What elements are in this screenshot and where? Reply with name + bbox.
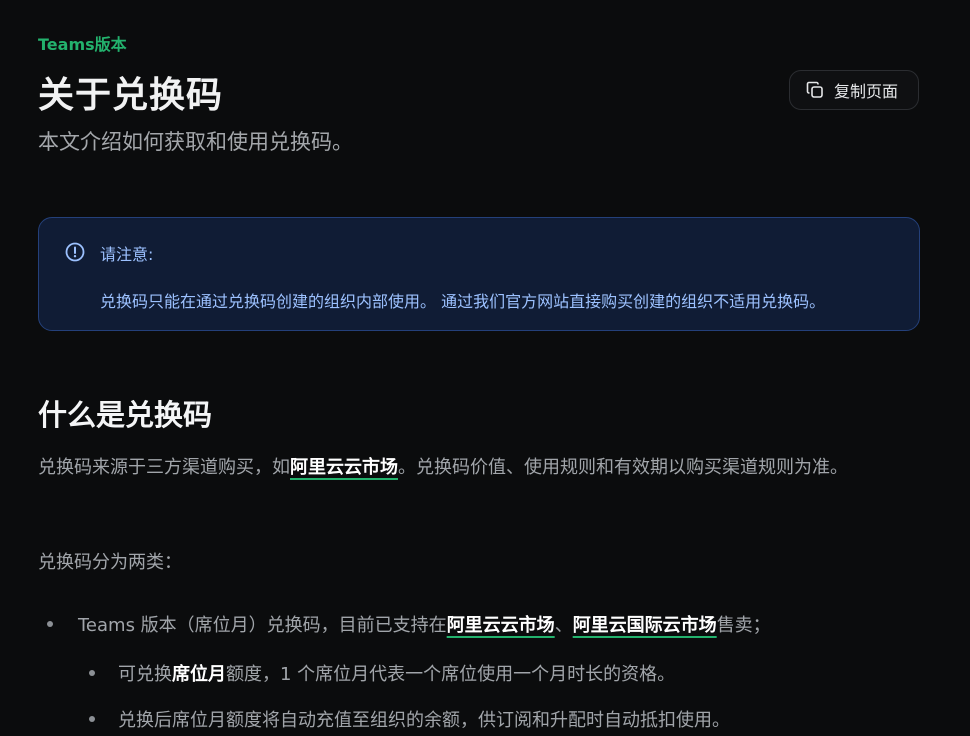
list-item: Teams 版本（席位月）兑换码，目前已支持在阿里云云市场、阿里云国际云市场售卖… bbox=[78, 611, 771, 637]
bullet-separator: 、 bbox=[554, 615, 573, 636]
intro-paragraph: 兑换码来源于三方渠道购买，如阿里云云市场。兑换码价值、使用规则和有效期以购买渠道… bbox=[38, 451, 918, 485]
page-subtitle: 本文介绍如何获取和使用兑换码。 bbox=[38, 130, 353, 154]
aliyun-market-link[interactable]: 阿里云云市场 bbox=[290, 457, 398, 478]
intro-text-end: 。兑换码价值、使用规则和有效期以购买渠道规则为准。 bbox=[398, 457, 848, 478]
bullet-dot bbox=[47, 621, 53, 627]
copy-page-button[interactable]: 复制页面 bbox=[789, 70, 919, 110]
list-item: 兑换后席位月额度将自动充值至组织的余额，供订阅和升配时自动抵扣使用。 bbox=[118, 710, 730, 731]
copy-icon bbox=[806, 81, 824, 99]
notice-title: 请注意: bbox=[100, 245, 154, 264]
page: Teams版本 关于兑换码 本文介绍如何获取和使用兑换码。 复制页面 请注意: … bbox=[0, 0, 970, 736]
bullet-text-start: Teams 版本（席位月）兑换码，目前已支持在 bbox=[78, 615, 447, 636]
copy-page-label: 复制页面 bbox=[834, 82, 899, 101]
seat-month-term: 席位月 bbox=[172, 664, 226, 685]
notice-callout: 请注意: 兑换码只能在通过兑换码创建的组织内部使用。 通过我们官方网站直接购买创… bbox=[38, 217, 920, 331]
list-item: 可兑换席位月额度，1 个席位月代表一个席位使用一个月时长的资格。 bbox=[118, 660, 675, 686]
section-label: Teams版本 bbox=[38, 35, 127, 54]
notice-body: 兑换码只能在通过兑换码创建的组织内部使用。 通过我们官方网站直接购买创建的组织不… bbox=[100, 292, 826, 311]
aliyun-market-link-2[interactable]: 阿里云云市场 bbox=[447, 615, 555, 636]
section-heading: 什么是兑换码 bbox=[38, 398, 213, 432]
aliyun-intl-market-link[interactable]: 阿里云国际云市场 bbox=[573, 615, 717, 636]
bullet-text-end: 售卖； bbox=[716, 615, 771, 636]
page-title: 关于兑换码 bbox=[38, 75, 224, 116]
intro-text-start: 兑换码来源于三方渠道购买，如 bbox=[38, 457, 290, 478]
sub-bullet-dot bbox=[89, 716, 95, 722]
types-paragraph: 兑换码分为两类： bbox=[38, 552, 182, 573]
sub-bullet-dot bbox=[89, 670, 95, 676]
sub-bullet-text-start: 可兑换 bbox=[118, 664, 172, 685]
sub-bullet-text-end: 额度，1 个席位月代表一个席位使用一个月时长的资格。 bbox=[226, 664, 676, 685]
info-icon bbox=[65, 242, 85, 266]
